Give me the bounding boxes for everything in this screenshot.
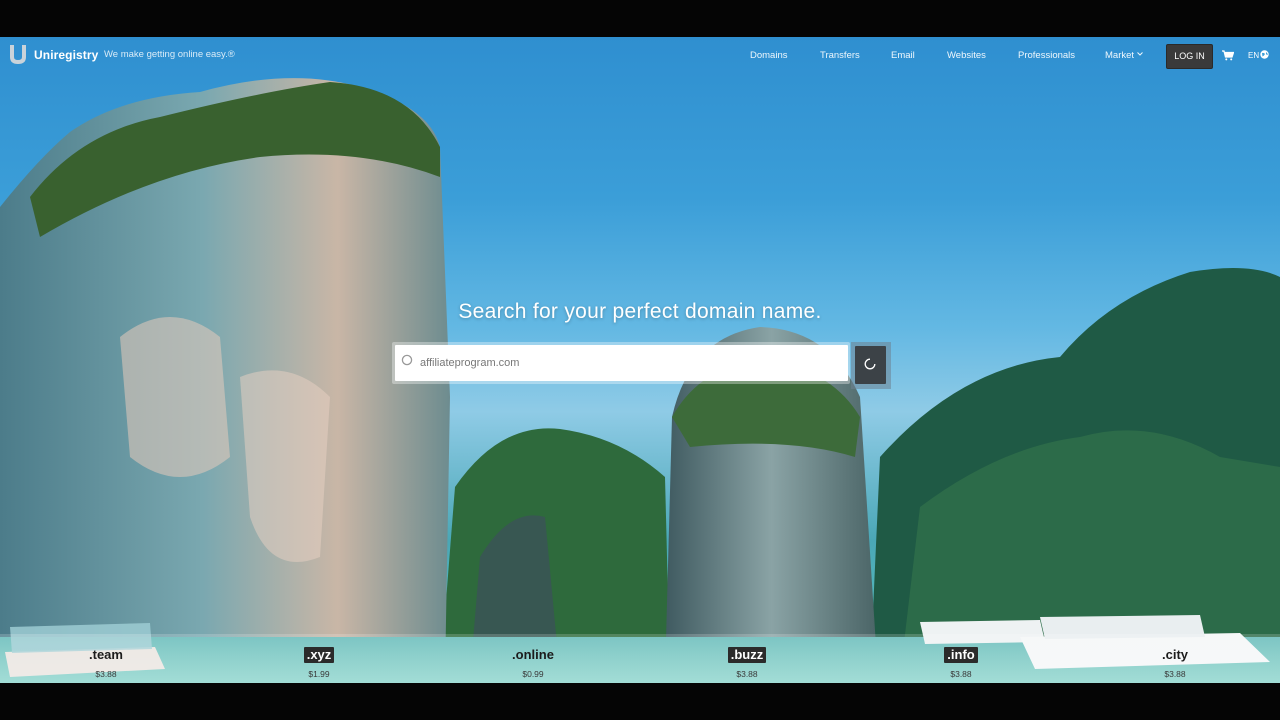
domain-search-input[interactable] [418, 347, 842, 379]
tld-price: $3.88 [95, 669, 117, 679]
tld-item-info[interactable]: .info $3.88 [916, 646, 1006, 679]
loading-spinner-icon [864, 358, 876, 370]
nav-link-websites[interactable]: Websites [947, 50, 986, 61]
tld-name: .buzz [727, 647, 767, 663]
tld-name: .online [512, 647, 554, 662]
tld-item-buzz[interactable]: .buzz $3.88 [702, 646, 792, 679]
brand-name[interactable]: Uniregistry [34, 48, 98, 62]
tld-item-team[interactable]: .team $3.88 [61, 646, 151, 679]
nav-link-market[interactable]: Market [1105, 50, 1134, 61]
tld-name: .team [89, 647, 123, 662]
tld-item-xyz[interactable]: .xyz $1.99 [274, 646, 364, 679]
tld-name: .city [1161, 647, 1188, 662]
tld-price: $0.99 [522, 669, 544, 679]
tld-item-online[interactable]: .online $0.99 [488, 646, 578, 679]
login-button[interactable]: LOG IN [1166, 44, 1213, 69]
page-viewport: Uniregistry We make getting online easy.… [0, 37, 1280, 683]
tld-item-city[interactable]: .city $3.88 [1130, 646, 1220, 679]
search-status-ring-icon [401, 354, 413, 366]
globe-icon[interactable] [1260, 50, 1269, 59]
brand-tagline: We make getting online easy.® [104, 49, 235, 60]
nav-link-domains[interactable]: Domains [750, 50, 788, 61]
language-selector[interactable]: EN [1248, 51, 1259, 60]
nav-link-transfers[interactable]: Transfers [820, 50, 860, 61]
tld-name: .info [944, 647, 978, 663]
tld-price: $3.88 [1164, 669, 1186, 679]
tld-price: $3.88 [736, 669, 758, 679]
tld-price: $1.99 [308, 669, 330, 679]
nav-link-professionals[interactable]: Professionals [1018, 50, 1075, 61]
tld-price: $3.88 [950, 669, 972, 679]
tld-name: .xyz [303, 647, 335, 663]
chevron-down-icon[interactable] [1137, 52, 1143, 56]
video-letterbox-top [0, 0, 1280, 37]
video-letterbox-bottom [0, 683, 1280, 720]
uniregistry-logo-icon[interactable] [9, 44, 27, 66]
tld-promo-strip [0, 634, 1280, 683]
hero-title: Search for your perfect domain name. [458, 300, 822, 323]
nav-link-email[interactable]: Email [891, 50, 915, 61]
main-navigation: Uniregistry We make getting online easy.… [0, 37, 1280, 75]
shopping-cart-icon[interactable] [1222, 50, 1234, 61]
